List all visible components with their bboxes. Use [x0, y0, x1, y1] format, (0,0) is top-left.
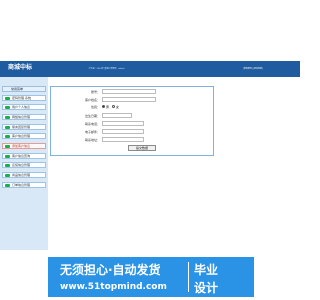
banner-slogan: 无须担心·自动发货 [60, 263, 161, 277]
banner-badge-top: 毕业 [194, 263, 219, 277]
submit-button[interactable]: 提交数据 [128, 145, 156, 151]
menu-icon [5, 126, 10, 129]
sidebar-item-messages[interactable]: 留言回复管理 [2, 124, 46, 130]
phone-label: 联系电话： [84, 122, 100, 126]
top-strip [0, 0, 300, 11]
menu-icon [5, 106, 10, 109]
menu-icon [5, 116, 10, 119]
menu-icon [5, 135, 10, 138]
gender-female-radio[interactable] [112, 105, 115, 108]
sidebar-item-label: 留言回复管理 [12, 125, 31, 129]
address-label: 联系地址： [84, 138, 100, 142]
sidebar-item-profile[interactable]: 用户个人信息 [2, 104, 46, 110]
banner-badge-bottom: 设计 [194, 281, 219, 295]
sidebar-item-customer-search[interactable]: 客户信息查询 [2, 153, 46, 159]
banner-url: www.51topmind.com [60, 282, 167, 292]
sidebar-item-label: 订单信息管理 [12, 183, 31, 187]
sidebar-item-feedback[interactable]: 反馈信息管理 [2, 162, 46, 168]
gender-female-label: 女 [116, 105, 120, 109]
menu-icon [5, 155, 10, 158]
header-status-text: ·今天是：2024年 星期X 管理员：admin [88, 68, 125, 70]
sidebar-item-products[interactable]: 商品信息管理 [2, 172, 46, 178]
header-actions[interactable]: [修改密码] [退出系统] [243, 66, 299, 72]
email-label: 电子邮件： [84, 130, 100, 134]
sidebar-item-label: 密码管理 系统 [12, 96, 31, 100]
gender-label: 性别： [90, 105, 100, 109]
sidebar-item-password[interactable]: 密码管理 系统 [2, 95, 46, 101]
banner-divider [188, 262, 189, 292]
sidebar-item-add-customer[interactable]: 添加客户信息 [2, 143, 46, 149]
menu-icon [5, 97, 10, 100]
gender-male-label: 男 [106, 105, 110, 109]
address-input[interactable] [102, 137, 144, 142]
sidebar-title: 常用菜单 [2, 86, 46, 92]
sidebar-item-label: 网络信息管理 [12, 115, 31, 119]
customer-name-input[interactable] [102, 97, 156, 102]
account-label: 账号： [90, 90, 100, 94]
sidebar-item-orders[interactable]: 订单信息管理 [2, 182, 46, 188]
menu-icon [5, 164, 10, 167]
sidebar-item-label: 添加客户信息 [12, 144, 31, 148]
email-input[interactable] [102, 129, 144, 134]
sidebar-item-label: 客户信息查询 [12, 154, 31, 158]
sidebar-item-label: 反馈信息管理 [12, 163, 31, 167]
sidebar-item-customers[interactable]: 客户信息管理 [2, 133, 46, 139]
sidebar-item-label: 商品信息管理 [12, 173, 31, 177]
gender-radio-group: 男 女 [102, 105, 142, 109]
sidebar-item-network[interactable]: 网络信息管理 [2, 114, 46, 120]
menu-icon [5, 174, 10, 177]
sidebar-item-label: 用户个人信息 [12, 105, 31, 109]
app-logo: 商城中标 [8, 64, 33, 71]
phone-input[interactable] [102, 121, 144, 126]
birthdate-input[interactable] [102, 113, 132, 118]
sidebar-item-label: 客户信息管理 [12, 134, 31, 138]
menu-icon [5, 145, 10, 148]
birthdate-label: 出生日期： [84, 114, 100, 118]
customer-name-label: 客户姓名： [84, 98, 100, 102]
gender-male-radio[interactable] [102, 105, 105, 108]
menu-icon [5, 184, 10, 187]
account-input[interactable] [102, 89, 156, 94]
